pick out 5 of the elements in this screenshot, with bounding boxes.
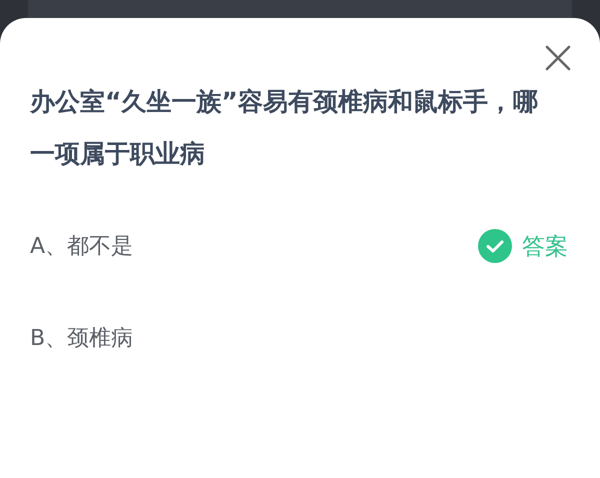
question-text: 办公室“久坐一族”容易有颈椎病和鼠标手，哪一项属于职业病: [30, 86, 539, 170]
answer-label: 答案: [522, 232, 568, 262]
option-text[interactable]: A、都不是: [30, 231, 134, 261]
option-text[interactable]: B、颈椎病: [30, 323, 134, 353]
close-icon[interactable]: [544, 44, 572, 72]
